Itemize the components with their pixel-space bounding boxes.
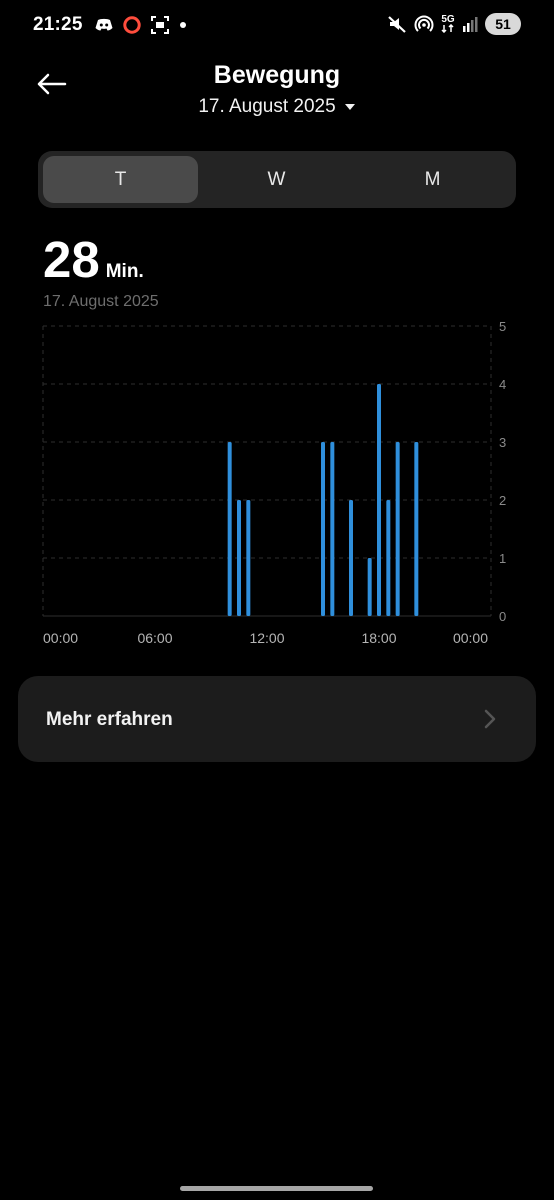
chart-bar	[246, 500, 251, 616]
x-tick-label: 12:00	[249, 630, 284, 646]
x-tick-label: 18:00	[361, 630, 396, 646]
summary-value-row: 28 Min.	[43, 232, 144, 288]
summary-date: 17. August 2025	[43, 293, 159, 310]
mute-icon	[387, 14, 407, 34]
screen: 21:25 5G 51 Bewegung 17. August 2025 T W…	[0, 0, 554, 1200]
y-tick-label: 2	[499, 493, 506, 508]
screenshot-icon	[150, 15, 170, 35]
activity-bar-chart: 0 1 2 3 4 5 00:00 06:00 12:00 18:00 00:00	[42, 319, 506, 646]
chart-bar	[237, 500, 241, 616]
tab-week[interactable]: W	[199, 156, 354, 203]
y-tick-label: 4	[499, 377, 506, 392]
date-picker-label: 17. August 2025	[198, 96, 336, 117]
hotspot-icon	[414, 14, 434, 34]
5g-icon: 5G	[441, 15, 455, 33]
record-icon	[122, 15, 142, 35]
learn-more-label: Mehr erfahren	[46, 709, 173, 730]
chart-bar	[367, 558, 372, 616]
tab-month[interactable]: M	[355, 156, 510, 203]
summary-unit: Min.	[105, 261, 144, 282]
dropdown-caret-icon	[344, 104, 355, 110]
chevron-right-icon	[484, 709, 496, 729]
discord-icon	[94, 17, 114, 33]
tab-day[interactable]: T	[43, 156, 198, 203]
chart-bar	[349, 500, 353, 616]
status-time: 21:25	[33, 14, 83, 35]
signal-icon	[462, 15, 478, 33]
y-tick-label: 5	[499, 319, 506, 334]
period-segmented-control: T W M	[38, 151, 516, 208]
x-tick-label: 00:00	[453, 630, 488, 646]
status-bar: 21:25 5G 51	[0, 0, 554, 52]
chart-bar	[414, 442, 419, 616]
status-left-icons	[94, 15, 188, 35]
home-indicator[interactable]	[180, 1186, 373, 1191]
learn-more-card[interactable]: Mehr erfahren	[18, 676, 536, 762]
y-tick-label: 0	[499, 609, 506, 624]
chart-bar	[395, 442, 400, 616]
network-label: 5G	[441, 14, 455, 25]
summary-value: 28	[43, 231, 100, 288]
page-title: Bewegung	[213, 61, 341, 89]
chart-bar	[321, 442, 325, 616]
x-tick-label: 06:00	[137, 630, 172, 646]
chart-bar	[386, 500, 391, 616]
dot-icon	[178, 20, 188, 30]
chart-bar	[227, 442, 232, 616]
y-tick-label: 3	[499, 435, 506, 450]
chart-bar	[330, 442, 335, 616]
y-tick-label: 1	[499, 551, 506, 566]
x-tick-label: 00:00	[43, 630, 78, 646]
date-picker[interactable]: 17. August 2025	[0, 96, 554, 118]
battery-indicator: 51	[485, 13, 521, 35]
status-right-icons: 5G 51	[387, 13, 521, 35]
chart-bar	[377, 384, 381, 616]
